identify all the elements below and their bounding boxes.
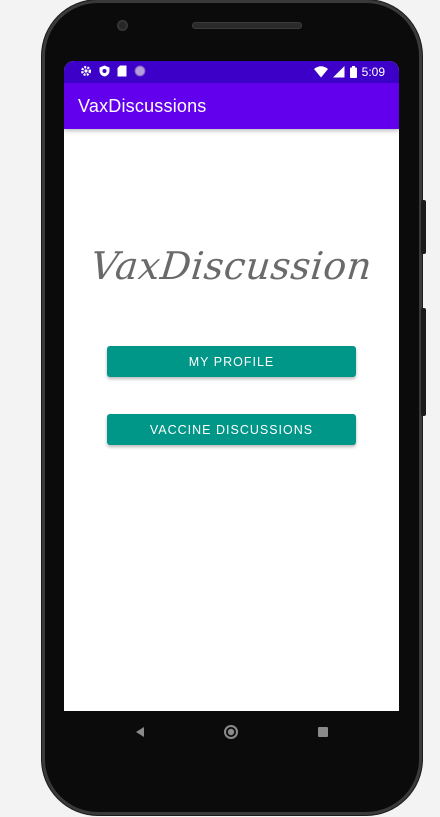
- power-button: [421, 200, 426, 254]
- sd-card-icon: [117, 65, 127, 77]
- vaccine-discussions-button[interactable]: VACCINE DISCUSSIONS: [107, 414, 356, 445]
- front-camera: [117, 20, 128, 31]
- recents-icon: [318, 727, 328, 737]
- app-logo-text: VaxDiscussion: [88, 244, 375, 288]
- battery-icon: [349, 66, 357, 78]
- volume-button: [421, 308, 426, 416]
- earpiece-speaker: [192, 22, 302, 29]
- my-profile-button[interactable]: MY PROFILE: [107, 346, 356, 377]
- home-icon: [224, 725, 238, 739]
- navigation-bar: [64, 711, 399, 753]
- back-button[interactable]: [120, 711, 160, 753]
- phone-frame: 5:09 VaxDiscussions VaxDiscussion MY PRO…: [42, 0, 426, 815]
- recents-button[interactable]: [303, 711, 343, 753]
- wifi-icon: [313, 66, 328, 78]
- status-bar: 5:09: [64, 61, 399, 83]
- back-icon: [136, 727, 144, 737]
- circle-icon: [134, 65, 146, 77]
- app-title: VaxDiscussions: [78, 96, 207, 116]
- signal-icon: [332, 66, 345, 78]
- home-button[interactable]: [211, 711, 251, 753]
- shield-icon: [99, 65, 110, 77]
- device-screen: 5:09 VaxDiscussions VaxDiscussion MY PRO…: [64, 61, 399, 711]
- app-bar: VaxDiscussions: [64, 83, 399, 129]
- gear-icon: [80, 65, 92, 77]
- status-time: 5:09: [361, 65, 385, 79]
